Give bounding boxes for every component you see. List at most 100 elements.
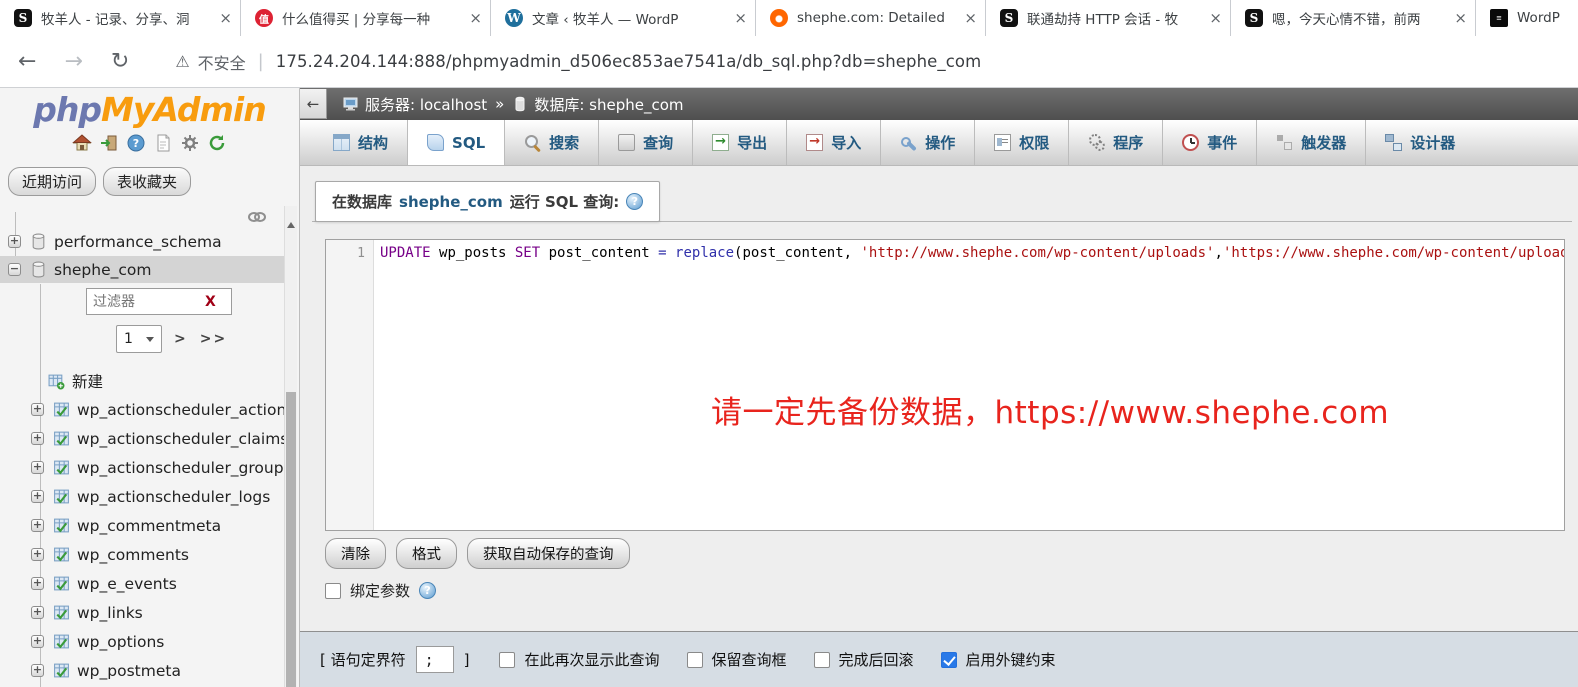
scroll-up-icon[interactable]: [287, 222, 295, 228]
sidebar-table-item[interactable]: + wp_comments: [0, 541, 285, 568]
sidebar-table-item[interactable]: + wp_postmeta: [0, 657, 285, 684]
tab-sql[interactable]: SQL: [407, 120, 504, 165]
footer-option-checkbox[interactable]: [499, 652, 515, 668]
sql-editor[interactable]: 1 UPDATE wp_posts SET post_content = rep…: [325, 239, 1565, 531]
tab-触发器[interactable]: 触发器: [1256, 120, 1365, 165]
help-icon[interactable]: ?: [419, 582, 436, 599]
close-icon[interactable]: ×: [469, 11, 482, 26]
close-icon[interactable]: ×: [964, 11, 977, 26]
tab-事件[interactable]: 事件: [1162, 120, 1256, 165]
expand-icon[interactable]: +: [31, 490, 44, 503]
breadcrumb-server[interactable]: 服务器: localhost: [343, 94, 487, 115]
clear-button[interactable]: 清除: [325, 538, 386, 569]
bind-parameters-checkbox[interactable]: [325, 583, 341, 599]
security-indicator[interactable]: ⚠ 不安全: [175, 50, 245, 74]
table-label[interactable]: wp_links: [77, 604, 143, 622]
page-select[interactable]: 1: [116, 325, 162, 353]
close-icon[interactable]: ×: [219, 11, 232, 26]
filter-clear-icon[interactable]: X: [205, 294, 216, 310]
sidebar-table-item[interactable]: + wp_commentmeta: [0, 512, 285, 539]
breadcrumb-database[interactable]: 数据库: shephe_com: [512, 94, 683, 115]
tab-操作[interactable]: 操作: [880, 120, 974, 165]
close-icon[interactable]: ×: [1454, 11, 1467, 26]
delimiter-input[interactable]: [416, 646, 454, 673]
legend-db-link[interactable]: shephe_com: [399, 193, 503, 211]
format-button[interactable]: 格式: [396, 538, 457, 569]
table-label[interactable]: wp_actionscheduler_groups: [77, 459, 285, 477]
page-last-link[interactable]: >>: [200, 331, 227, 347]
browser-tab[interactable]: 值什么值得买 | 分享每一种×: [240, 0, 490, 36]
home-icon[interactable]: [72, 133, 92, 157]
close-icon[interactable]: ×: [1209, 11, 1222, 26]
footer-option-checkbox[interactable]: [814, 652, 830, 668]
table-label[interactable]: wp_actionscheduler_claims: [77, 430, 285, 448]
phpmyadmin-logo[interactable]: phpMyAdmin: [0, 90, 299, 129]
sidebar-db-performance-schema[interactable]: + performance_schema: [0, 228, 285, 255]
table-label[interactable]: wp_postmeta: [77, 662, 181, 680]
sidebar-table-item[interactable]: + wp_actionscheduler_logs: [0, 483, 285, 510]
expand-icon[interactable]: +: [31, 519, 44, 532]
browser-tab[interactable]: S牧羊人 - 记录、分享、洞×: [0, 0, 240, 36]
sidebar-db-shephe-com[interactable]: − shephe_com: [0, 256, 285, 283]
table-label[interactable]: wp_options: [77, 633, 164, 651]
refresh-icon[interactable]: [207, 133, 227, 157]
page-next-link[interactable]: >: [174, 331, 188, 347]
sidebar-table-item[interactable]: +wp_e_events: [0, 570, 285, 597]
exit-icon[interactable]: [99, 133, 119, 157]
table-label[interactable]: wp_e_events: [77, 575, 177, 593]
sidebar-table-item[interactable]: + wp_options: [0, 628, 285, 655]
table-label[interactable]: wp_actionscheduler_actions: [77, 401, 285, 419]
expand-icon[interactable]: +: [31, 606, 44, 619]
tab-设计器[interactable]: 设计器: [1365, 120, 1474, 165]
tab-导出[interactable]: 导出: [692, 120, 786, 165]
sidebar-table-item[interactable]: + wp_actionscheduler_claims: [0, 425, 285, 452]
close-icon[interactable]: ×: [734, 11, 747, 26]
footer-option-checkbox[interactable]: [941, 652, 957, 668]
table-label[interactable]: wp_actionscheduler_logs: [77, 488, 270, 506]
new-table-label[interactable]: 新建: [72, 370, 103, 392]
browser-tab[interactable]: W文章 ‹ 牧羊人 — WordP×: [490, 0, 755, 36]
expand-icon[interactable]: +: [31, 461, 44, 474]
new-table-item[interactable]: 新建: [0, 369, 285, 393]
browser-tab[interactable]: shephe.com: Detailed×: [755, 0, 985, 36]
browser-tab[interactable]: S嗯，今天心情不错，前两×: [1230, 0, 1475, 36]
db-label[interactable]: performance_schema: [54, 233, 222, 251]
help-icon[interactable]: ?: [126, 133, 146, 157]
browser-tab[interactable]: ≡WordP: [1475, 0, 1578, 36]
collapse-icon[interactable]: −: [8, 263, 21, 276]
expand-icon[interactable]: +: [31, 664, 44, 677]
expand-icon[interactable]: +: [31, 432, 44, 445]
browser-tab[interactable]: S联通劫持 HTTP 会话 - 牧×: [985, 0, 1230, 36]
expand-icon[interactable]: +: [31, 635, 44, 648]
settings-icon[interactable]: [180, 133, 200, 157]
help-icon[interactable]: ?: [626, 193, 643, 210]
back-icon[interactable]: ←: [18, 51, 36, 73]
footer-option-checkbox[interactable]: [687, 652, 703, 668]
scrollbar-thumb[interactable]: [286, 392, 296, 687]
expand-icon[interactable]: +: [8, 235, 21, 248]
docs-icon[interactable]: [153, 133, 173, 157]
expand-icon[interactable]: +: [31, 548, 44, 561]
table-filter-input[interactable]: [87, 294, 205, 310]
tab-结构[interactable]: 结构: [314, 120, 407, 165]
reload-icon[interactable]: ↻: [111, 51, 129, 73]
favorites-button[interactable]: 表收藏夹: [103, 167, 191, 196]
tab-搜索[interactable]: 搜索: [504, 120, 598, 165]
sql-code-line[interactable]: UPDATE wp_posts SET post_content = repla…: [374, 240, 1564, 530]
recent-button[interactable]: 近期访问: [8, 167, 96, 196]
address-url[interactable]: 175.24.204.144:888/phpmyadmin_d506ec853a…: [276, 52, 982, 71]
table-label[interactable]: wp_comments: [77, 546, 189, 564]
tab-查询[interactable]: 查询: [598, 120, 692, 165]
table-label[interactable]: wp_commentmeta: [77, 517, 221, 535]
sidebar-table-item[interactable]: + wp_links: [0, 599, 285, 626]
sidebar-table-item[interactable]: + wp_actionscheduler_groups: [0, 454, 285, 481]
db-label[interactable]: shephe_com: [54, 261, 152, 279]
get-autosaved-query-button[interactable]: 获取自动保存的查询: [467, 538, 630, 569]
forward-icon[interactable]: →: [64, 51, 82, 73]
sidebar-scrollbar[interactable]: [284, 206, 297, 687]
collapse-sidebar-button[interactable]: ←: [300, 89, 327, 119]
tab-程序[interactable]: 程序: [1068, 120, 1162, 165]
tab-导入[interactable]: 导入: [786, 120, 880, 165]
tab-权限[interactable]: 权限: [974, 120, 1068, 165]
expand-icon[interactable]: +: [31, 403, 44, 416]
